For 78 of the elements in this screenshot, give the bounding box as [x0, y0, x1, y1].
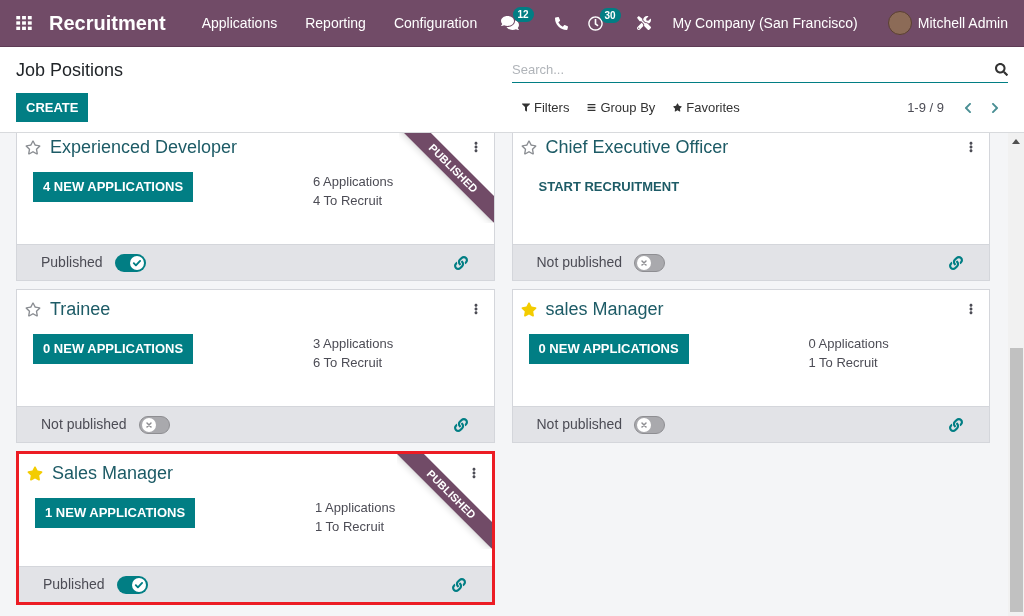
chevron-left-icon: [964, 101, 972, 114]
start-recruitment-link[interactable]: START RECRUITMENT: [528, 172, 690, 202]
publish-toggle[interactable]: [634, 253, 666, 272]
chat-icon[interactable]: [500, 15, 519, 31]
publish-status: Not published: [536, 253, 623, 272]
kebab-menu-icon[interactable]: [969, 141, 973, 153]
new-applications-button[interactable]: 0 NEW APPLICATIONS: [528, 334, 689, 364]
publish-toggle[interactable]: [138, 415, 170, 434]
stat-text[interactable]: 1 Applications: [315, 498, 396, 517]
job-title[interactable]: Experienced Developer: [50, 135, 238, 159]
publish-status: Not published: [536, 415, 623, 434]
search-field[interactable]: Search...: [512, 57, 987, 82]
stat-text[interactable]: 3 Applications: [313, 334, 394, 353]
pager-value[interactable]: 1-9 / 9: [907, 97, 944, 118]
search-icon[interactable]: [995, 63, 1008, 76]
apps-grid-icon[interactable]: [16, 16, 32, 30]
link-icon[interactable]: [453, 417, 468, 432]
close-icon: [637, 255, 652, 270]
job-title[interactable]: sales Manager: [545, 297, 664, 321]
star-icon[interactable]: [520, 139, 537, 155]
star-icon[interactable]: [520, 301, 537, 317]
scroll-up-arrow-icon[interactable]: [1012, 139, 1020, 144]
kebab-menu-icon[interactable]: [473, 303, 478, 315]
menu-icon: [587, 103, 597, 112]
search-option-button[interactable]: Favorites: [673, 97, 740, 118]
app-name[interactable]: Recruitment: [49, 8, 166, 38]
stat-text[interactable]: 1 To Recruit: [315, 517, 396, 536]
activity-count-badge: 30: [599, 7, 621, 23]
check-icon: [129, 255, 144, 270]
close-icon: [637, 417, 652, 432]
publish-toggle[interactable]: [634, 415, 666, 434]
kebab-menu-icon[interactable]: [969, 303, 973, 315]
job-title[interactable]: Sales Manager: [52, 461, 174, 485]
user-menu[interactable]: Mitchell Admin: [917, 12, 1008, 34]
search-option-button[interactable]: Group By: [587, 97, 656, 118]
publish-status: Not published: [41, 415, 127, 434]
previous-page-button[interactable]: [964, 101, 972, 114]
tools-icon[interactable]: [636, 16, 651, 30]
link-icon[interactable]: [453, 255, 468, 270]
filter-icon: [522, 103, 530, 112]
stat-text[interactable]: 6 To Recruit: [313, 353, 394, 372]
menu-item[interactable]: Applications: [187, 12, 292, 34]
next-page-button[interactable]: [991, 101, 999, 114]
star-icon[interactable]: [25, 301, 41, 317]
new-applications-button[interactable]: 1 NEW APPLICATIONS: [35, 498, 196, 528]
close-icon: [141, 417, 156, 432]
link-icon[interactable]: [949, 255, 963, 270]
link-icon[interactable]: [451, 577, 466, 592]
stat-text[interactable]: 6 Applications: [313, 172, 394, 191]
link-icon[interactable]: [949, 417, 963, 432]
job-title[interactable]: Trainee: [50, 297, 111, 321]
user-avatar: [887, 11, 912, 35]
chevron-right-icon: [991, 101, 999, 114]
check-icon: [131, 577, 146, 592]
job-title[interactable]: Chief Executive Officer: [545, 135, 729, 159]
scrollbar-thumb[interactable]: [1009, 348, 1023, 612]
new-applications-button[interactable]: 0 NEW APPLICATIONS: [33, 334, 194, 364]
publish-status: Published: [43, 575, 105, 594]
publish-toggle[interactable]: [116, 575, 148, 594]
company-switcher[interactable]: My Company (San Francisco): [672, 12, 858, 34]
publish-status: Published: [41, 253, 103, 272]
clock-icon[interactable]: [587, 15, 603, 31]
scrollbar[interactable]: [1008, 133, 1024, 616]
menu-item[interactable]: Reporting: [291, 12, 380, 34]
star-icon[interactable]: [25, 139, 41, 155]
create-button[interactable]: CREATE: [16, 93, 89, 122]
new-applications-button[interactable]: 4 NEW APPLICATIONS: [33, 172, 194, 202]
message-count-badge: 12: [512, 7, 534, 22]
stat-text[interactable]: 1 To Recruit: [808, 353, 889, 372]
search-option-button[interactable]: Filters: [522, 97, 570, 118]
phone-icon[interactable]: [554, 16, 568, 30]
page-title: Job Positions: [16, 58, 124, 82]
stat-text[interactable]: 0 Applications: [808, 334, 889, 353]
publish-toggle[interactable]: [114, 253, 146, 272]
star-icon: [673, 103, 683, 112]
menu-item[interactable]: Configuration: [379, 12, 492, 34]
stat-text[interactable]: 4 To Recruit: [313, 191, 394, 210]
star-icon[interactable]: [27, 465, 43, 481]
